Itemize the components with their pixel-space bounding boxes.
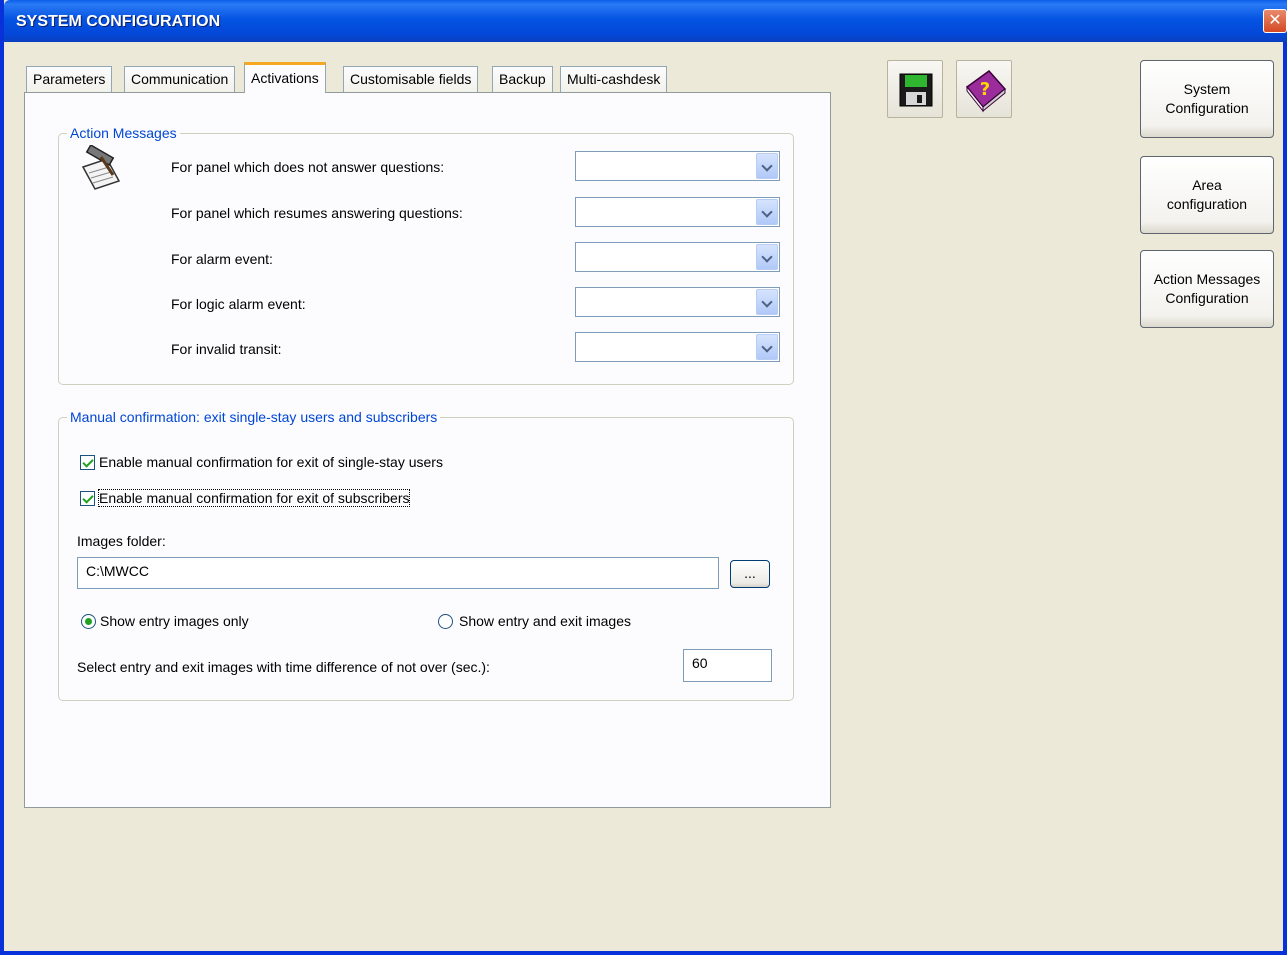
tab-parameters[interactable]: Parameters [26,66,113,92]
tab-label: Activations [251,70,319,86]
tab-label: Backup [499,71,546,87]
button-label: Area configuration [1166,177,1248,212]
label-logic-alarm-event: For logic alarm event: [171,296,306,312]
select-alarm-event[interactable] [575,242,780,272]
manual-confirmation-legend: Manual confirmation: exit single-stay us… [67,409,441,425]
hammer-notepad-icon [81,145,121,190]
select-invalid-transit[interactable] [575,332,780,362]
tab-multi-cashdesk[interactable]: Multi-cashdesk [560,66,668,92]
images-folder-label: Images folder: [77,533,166,549]
tab-label: Communication [131,71,229,87]
time-difference-value: 60 [692,655,708,671]
time-difference-input[interactable]: 60 [683,649,772,682]
label-invalid-transit: For invalid transit: [171,341,282,357]
action-messages-legend: Action Messages [67,125,180,141]
label-alarm-event: For alarm event: [171,251,273,267]
time-difference-label: Select entry and exit images with time d… [77,659,490,675]
svg-text:?: ? [980,79,990,100]
images-folder-value: C:\MWCC [86,563,149,579]
label-no-answer: For panel which does not answer question… [171,159,445,175]
close-icon: ✕ [1268,12,1282,29]
checkbox-subscribers-label[interactable]: Enable manual confirmation for exit of s… [97,489,411,507]
area-configuration-button[interactable]: Area configuration [1140,156,1274,234]
tab-label: Parameters [33,71,106,87]
chevron-down-icon[interactable] [756,334,778,360]
window-title: SYSTEM CONFIGURATION [16,13,221,30]
system-configuration-window: SYSTEM CONFIGURATION ✕ Parameters Commun… [0,0,1287,955]
title-bar: SYSTEM CONFIGURATION ✕ [4,0,1287,42]
browse-folder-button[interactable]: ... [730,560,770,588]
save-button[interactable] [887,60,943,118]
button-label: System Configuration [1165,81,1249,116]
tab-communication[interactable]: Communication [124,66,236,92]
radio-entry-exit-label[interactable]: Show entry and exit images [459,613,631,629]
radio-entry-only[interactable] [81,614,96,629]
action-messages-configuration-button[interactable]: Action Messages Configuration [1140,250,1274,328]
label-resumes-answering: For panel which resumes answering questi… [171,205,463,221]
browse-label: ... [744,565,756,581]
images-folder-input[interactable]: C:\MWCC [77,557,719,589]
chevron-down-icon[interactable] [756,153,778,179]
radio-entry-exit[interactable] [438,614,453,629]
floppy-disk-icon [899,73,933,107]
tab-label: Multi-cashdesk [567,71,661,87]
radio-entry-only-label[interactable]: Show entry images only [100,613,249,629]
chevron-down-icon[interactable] [756,289,778,315]
button-label: Action Messages Configuration [1153,271,1261,306]
checkbox-subscribers[interactable] [80,491,95,506]
close-button[interactable]: ✕ [1263,9,1287,33]
tab-label: Customisable fields [350,71,472,87]
system-configuration-button[interactable]: System Configuration [1140,60,1274,138]
select-logic-alarm-event[interactable] [575,287,780,317]
tab-customisable-fields[interactable]: Customisable fields [343,66,479,92]
checkbox-single-stay-label[interactable]: Enable manual confirmation for exit of s… [99,454,443,470]
select-resumes-answering[interactable] [575,197,780,227]
tab-backup[interactable]: Backup [492,66,553,92]
chevron-down-icon[interactable] [756,199,778,225]
chevron-down-icon[interactable] [756,244,778,270]
tab-activations[interactable]: Activations [244,62,326,93]
select-no-answer[interactable] [575,151,780,181]
help-button[interactable]: ? [956,60,1012,118]
help-book-icon: ? [965,69,1007,113]
activations-panel: Action Messages For panel which does not… [24,92,831,808]
checkbox-single-stay[interactable] [80,455,95,470]
